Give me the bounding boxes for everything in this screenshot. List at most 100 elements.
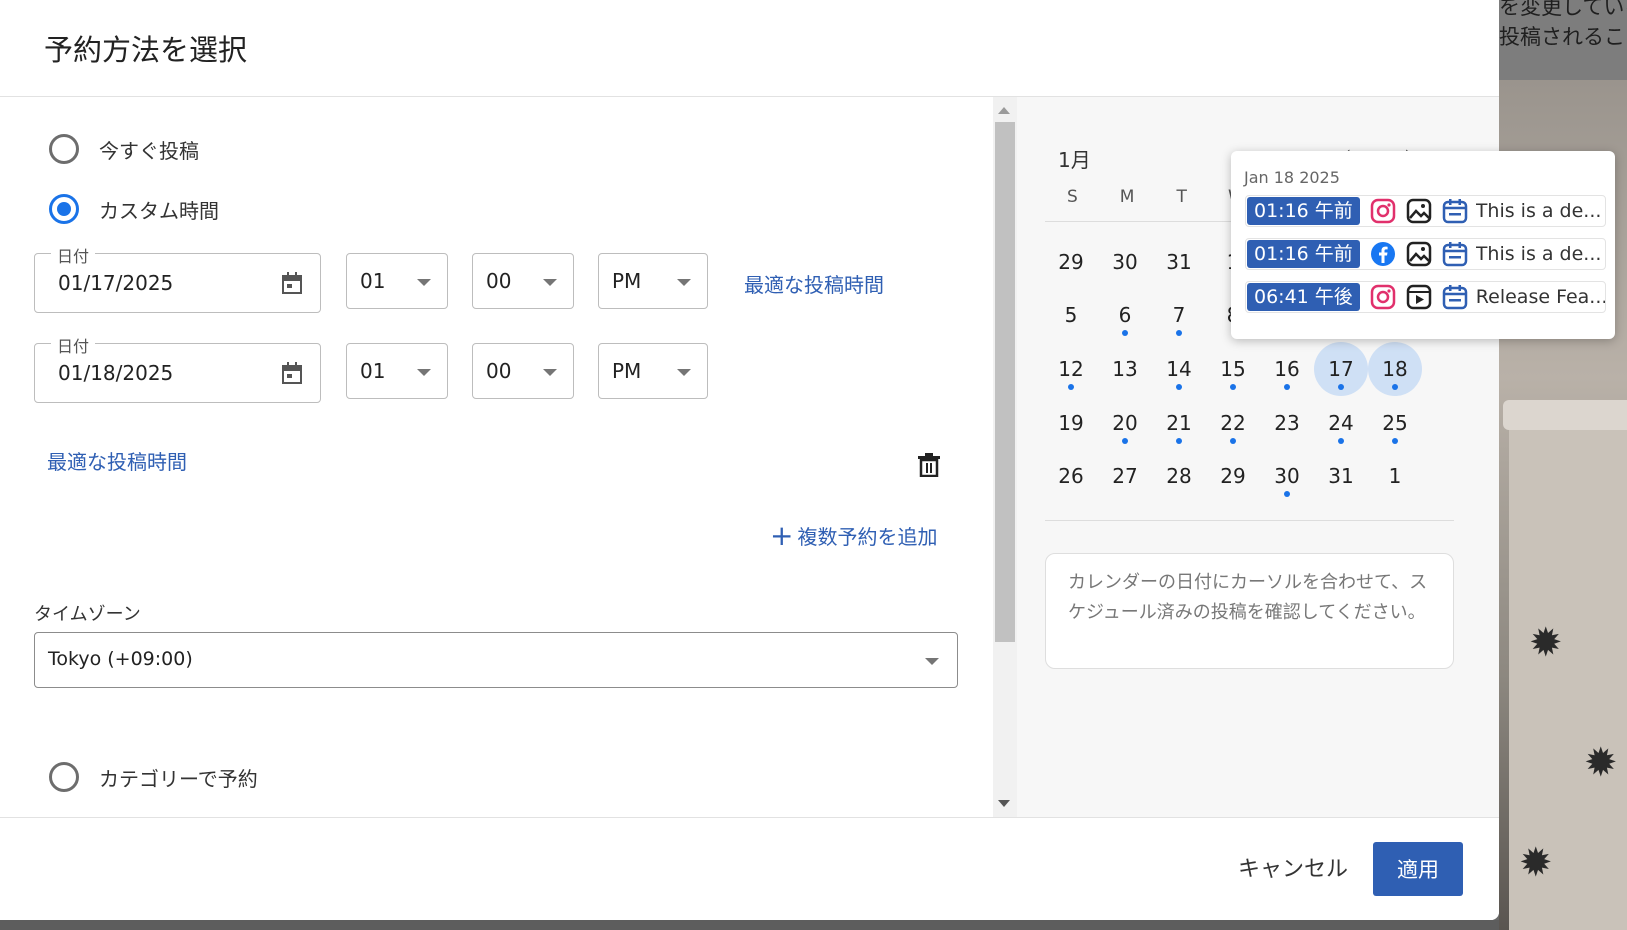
- timezone-select[interactable]: Tokyo (+09:00): [34, 632, 958, 688]
- scheduled-post-row[interactable]: 01:16 午前 This is a de...: [1245, 195, 1606, 227]
- scheduled-dot-icon: [1284, 491, 1290, 497]
- calendar-icon[interactable]: [282, 362, 302, 384]
- option-category-label: カテゴリーで予約: [99, 766, 258, 791]
- scroll-up-arrow-icon[interactable]: [998, 107, 1010, 114]
- best-time-link-1[interactable]: 最適な投稿時間: [744, 269, 884, 298]
- ampm-select-2[interactable]: PM: [598, 343, 708, 399]
- calendar-day[interactable]: 13: [1098, 342, 1152, 396]
- date-field-1[interactable]: 日付 01/17/2025: [34, 243, 321, 313]
- calendar-day[interactable]: 27: [1098, 449, 1152, 503]
- calendar-day[interactable]: 7: [1152, 288, 1206, 342]
- calendar-day[interactable]: 31: [1152, 235, 1206, 289]
- calendar-day-number: 1: [1388, 464, 1402, 488]
- schedule-icon: [1442, 284, 1468, 310]
- modal-title: 予約方法を選択: [44, 33, 248, 67]
- calendar-day-number: 31: [1166, 250, 1192, 274]
- best-time-link-2[interactable]: 最適な投稿時間: [47, 446, 187, 475]
- video-icon: [1406, 284, 1432, 310]
- option-custom-time-label: カスタム時間: [99, 198, 219, 223]
- calendar-day[interactable]: 29: [1044, 235, 1098, 289]
- calendar-day-number: 17: [1328, 357, 1354, 381]
- option-custom-time[interactable]: カスタム時間: [49, 194, 219, 224]
- calendar-day-number: 7: [1172, 303, 1186, 327]
- calendar-day-number: 21: [1166, 411, 1192, 435]
- facebook-icon: [1370, 241, 1396, 267]
- calendar-day[interactable]: 5: [1044, 288, 1098, 342]
- scheduled-post-row[interactable]: 01:16 午前 This is a de...: [1245, 238, 1606, 270]
- calendar-day[interactable]: 15: [1206, 342, 1260, 396]
- calendar-day-number: 13: [1112, 357, 1138, 381]
- date-value: 01/18/2025: [58, 361, 174, 385]
- calendar-day-number: 20: [1112, 411, 1138, 435]
- cancel-button[interactable]: キャンセル: [1238, 851, 1348, 883]
- image-icon: [1406, 198, 1432, 224]
- minute-value: 00: [486, 269, 512, 293]
- calendar-day[interactable]: 19: [1044, 396, 1098, 450]
- chevron-down-icon: [543, 369, 557, 376]
- calendar-month: 1月: [1058, 148, 1091, 172]
- radio-custom-time[interactable]: [49, 194, 79, 224]
- scheduled-dot-icon: [1122, 438, 1128, 444]
- hour-select-2[interactable]: 01: [346, 343, 448, 399]
- add-multiple-button[interactable]: + 複数予約を追加: [770, 521, 937, 550]
- option-category[interactable]: カテゴリーで予約: [49, 762, 258, 792]
- scheduled-dot-icon: [1176, 384, 1182, 390]
- scroll-thumb[interactable]: [995, 122, 1015, 642]
- hour-select-1[interactable]: 01: [346, 253, 448, 309]
- calendar-day[interactable]: 23: [1260, 396, 1314, 450]
- calendar-day[interactable]: 30: [1098, 235, 1152, 289]
- timezone-value: Tokyo (+09:00): [48, 648, 193, 670]
- calendar-icon[interactable]: [282, 272, 302, 294]
- scheduled-dot-icon: [1230, 438, 1236, 444]
- radio-post-now[interactable]: [49, 134, 79, 164]
- calendar-day[interactable]: 30: [1260, 449, 1314, 503]
- calendar-day-number: 26: [1058, 464, 1084, 488]
- calendar-day-number: 19: [1058, 411, 1084, 435]
- scheduled-dot-icon: [1284, 384, 1290, 390]
- calendar-day-number: 25: [1382, 411, 1408, 435]
- add-multiple-label: 複数予約を追加: [797, 525, 938, 549]
- minute-select-2[interactable]: 00: [472, 343, 574, 399]
- date-field-label: 日付: [51, 243, 96, 267]
- post-time-badge: 06:41 午後: [1247, 283, 1360, 311]
- scheduled-post-row[interactable]: 06:41 午後 Release Fea...: [1245, 281, 1606, 313]
- schedule-icon: [1442, 198, 1468, 224]
- calendar-day[interactable]: 16: [1260, 342, 1314, 396]
- schedule-icon: [1442, 241, 1468, 267]
- calendar-day[interactable]: 1: [1368, 449, 1422, 503]
- background-text-line-1: を変更している: [1499, 0, 1627, 19]
- calendar-day[interactable]: 22: [1206, 396, 1260, 450]
- calendar-day-number: 30: [1112, 250, 1138, 274]
- calendar-day[interactable]: 20: [1098, 396, 1152, 450]
- calendar-day-number: 23: [1274, 411, 1300, 435]
- calendar-day[interactable]: 18: [1368, 342, 1422, 396]
- trash-icon[interactable]: [918, 453, 940, 477]
- apply-button[interactable]: 適用: [1373, 842, 1463, 896]
- calendar-day[interactable]: 29: [1206, 449, 1260, 503]
- calendar-day-number: 22: [1220, 411, 1246, 435]
- ampm-value: PM: [612, 269, 642, 293]
- calendar-day[interactable]: 17: [1314, 342, 1368, 396]
- calendar-day[interactable]: 6: [1098, 288, 1152, 342]
- ampm-select-1[interactable]: PM: [598, 253, 708, 309]
- scroll-down-arrow-icon[interactable]: [998, 800, 1010, 807]
- post-text: This is a de...: [1475, 243, 1602, 265]
- calendar-day[interactable]: 14: [1152, 342, 1206, 396]
- minute-select-1[interactable]: 00: [472, 253, 574, 309]
- calendar-day[interactable]: 24: [1314, 396, 1368, 450]
- date-field-2[interactable]: 日付 01/18/2025: [34, 333, 321, 403]
- chevron-down-icon: [925, 658, 939, 665]
- calendar-day[interactable]: 26: [1044, 449, 1098, 503]
- calendar-day[interactable]: 25: [1368, 396, 1422, 450]
- calendar-day[interactable]: 31: [1314, 449, 1368, 503]
- option-post-now[interactable]: 今すぐ投稿: [49, 134, 199, 164]
- calendar-day[interactable]: 28: [1152, 449, 1206, 503]
- calendar-day-number: 5: [1064, 303, 1078, 327]
- image-icon: [1406, 241, 1432, 267]
- calendar-day[interactable]: 21: [1152, 396, 1206, 450]
- calendar-day[interactable]: 12: [1044, 342, 1098, 396]
- radio-category[interactable]: [49, 762, 79, 792]
- scheduled-dot-icon: [1122, 330, 1128, 336]
- calendar-day-number: 12: [1058, 357, 1084, 381]
- scrollbar[interactable]: [993, 97, 1017, 817]
